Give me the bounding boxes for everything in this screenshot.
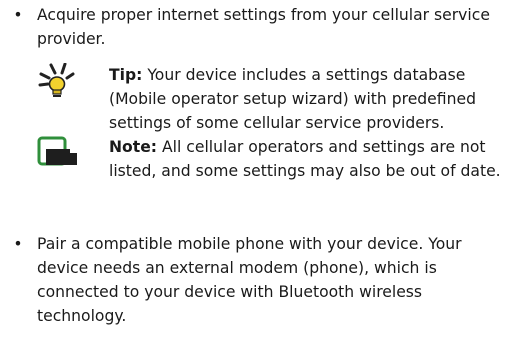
note-body: All cellular operators and settings are …	[109, 138, 501, 180]
tip-text: Tip: Your device includes a settings dat…	[109, 63, 513, 135]
tip-body: Your device includes a settings database…	[109, 66, 476, 132]
note-text: Note: All cellular operators and setting…	[109, 135, 513, 183]
bullet-text: Acquire proper internet settings from yo…	[37, 6, 490, 48]
bullet-marker: •	[13, 235, 23, 253]
bullet-marker: •	[13, 6, 23, 24]
note-label: Note:	[109, 138, 158, 156]
lightbulb-icon	[37, 62, 93, 103]
tip-label: Tip:	[109, 66, 143, 84]
bullet-text: Pair a compatible mobile phone with your…	[37, 235, 462, 325]
note-hand-icon	[37, 135, 93, 175]
document-page: • Acquire proper internet settings from …	[0, 0, 516, 355]
